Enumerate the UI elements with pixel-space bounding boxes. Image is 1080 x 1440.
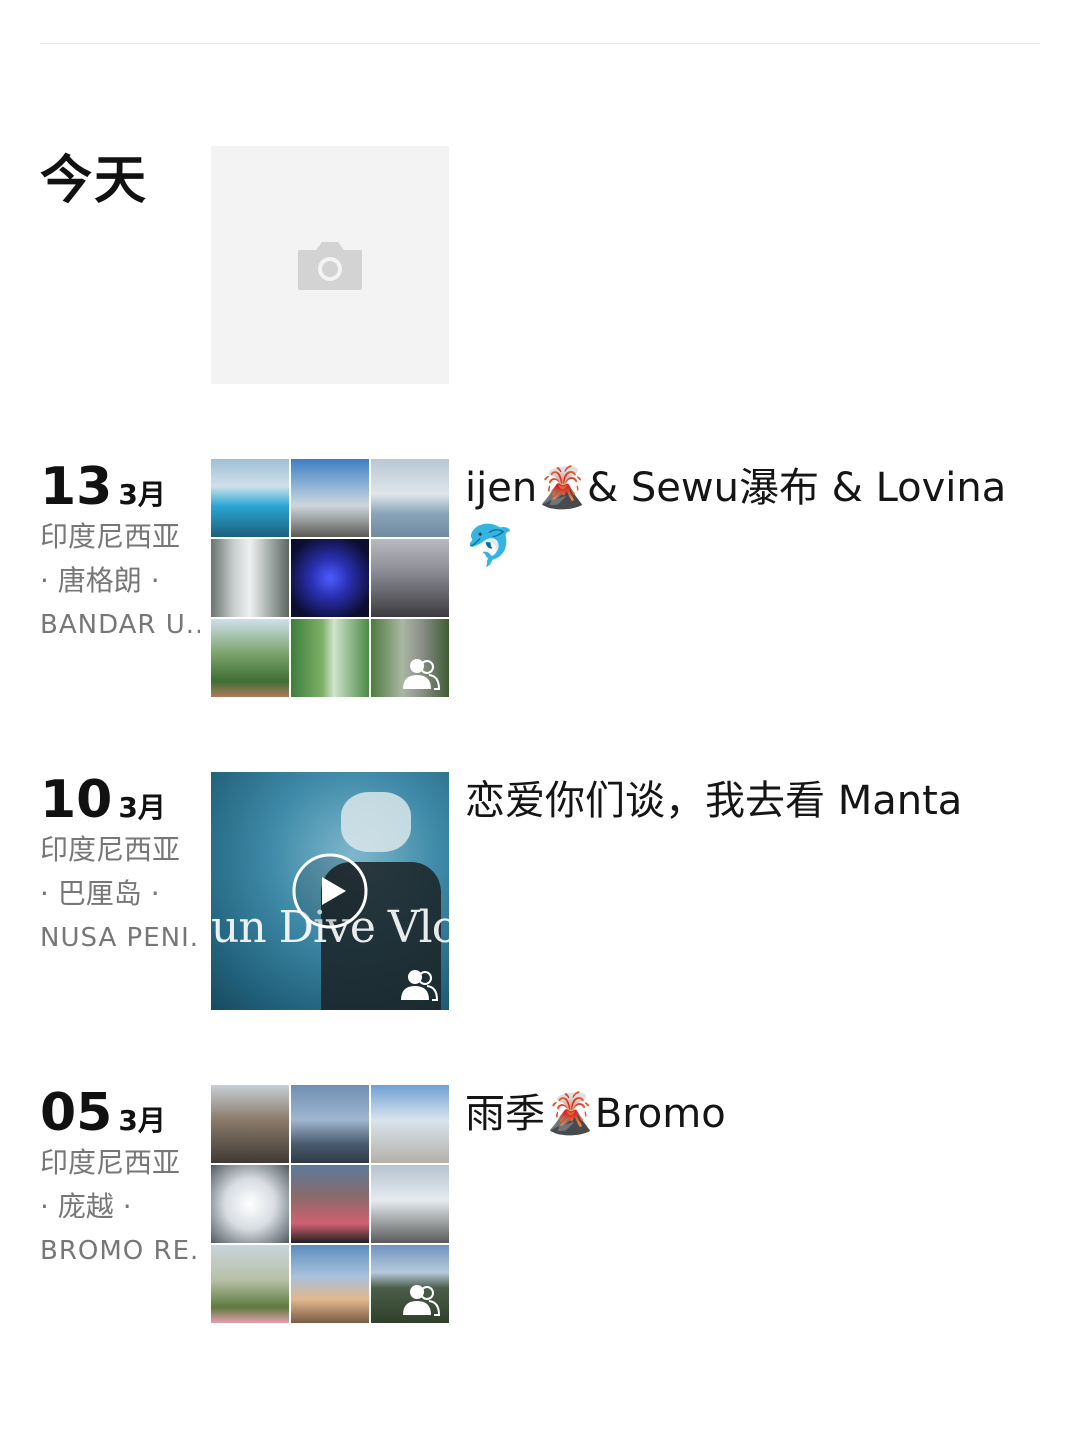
photo-thumb bbox=[291, 1245, 369, 1323]
photo-thumb bbox=[291, 1085, 369, 1163]
date-column: 053月 印度尼西亚 · 庞越 · BROMO RE... bbox=[40, 1085, 200, 1273]
diver-mask bbox=[341, 792, 411, 852]
location-city: · 庞越 · bbox=[40, 1190, 132, 1223]
date-line: 13 3月 bbox=[40, 459, 200, 515]
photo-thumb bbox=[291, 539, 369, 617]
date-column: 今天 bbox=[40, 146, 200, 216]
photo-thumb bbox=[291, 619, 369, 697]
photo-thumb bbox=[371, 539, 449, 617]
location-city: · 唐格朗 · bbox=[40, 564, 160, 597]
location-place: BROMO RE... bbox=[40, 1236, 200, 1266]
photo-thumb bbox=[211, 1165, 289, 1243]
location-country: 印度尼西亚 bbox=[40, 1146, 181, 1179]
photo-thumb bbox=[371, 1085, 449, 1163]
date-line: 10 3月 bbox=[40, 772, 200, 828]
video-thumb[interactable]: un Dive Vlo bbox=[211, 772, 449, 1010]
location-city: · 巴厘岛 · bbox=[40, 877, 160, 910]
photo-thumb bbox=[371, 1165, 449, 1243]
date-column: 13 3月 印度尼西亚 · 唐格朗 · BANDAR U... bbox=[40, 459, 200, 647]
month-label: 3月 bbox=[118, 1104, 166, 1137]
moment-caption: 恋爱你们谈，我去看 Manta bbox=[465, 778, 963, 824]
add-photo-button[interactable] bbox=[211, 146, 449, 384]
photo-thumb bbox=[211, 539, 289, 617]
photo-thumb bbox=[291, 459, 369, 537]
photo-thumb bbox=[291, 1165, 369, 1243]
people-icon bbox=[403, 659, 441, 690]
location-place: BANDAR U... bbox=[40, 610, 200, 640]
people-icon bbox=[401, 970, 439, 1001]
photo-thumb bbox=[371, 619, 449, 697]
camera-icon bbox=[298, 242, 362, 290]
day-number: 13 bbox=[40, 457, 113, 517]
today-label: 今天 bbox=[40, 151, 149, 211]
photo-thumb bbox=[211, 459, 289, 537]
photo-thumb bbox=[211, 1085, 289, 1163]
photo-thumb bbox=[371, 1245, 449, 1323]
location-country: 印度尼西亚 bbox=[40, 520, 181, 553]
date-line: 05 3月 bbox=[40, 1085, 200, 1141]
photo-grid[interactable] bbox=[211, 459, 449, 697]
moment-caption: 雨季🌋Bromo bbox=[465, 1091, 726, 1137]
month-label: 3月 bbox=[118, 791, 166, 824]
play-icon[interactable] bbox=[291, 852, 369, 930]
people-icon bbox=[403, 1285, 441, 1316]
photo-grid[interactable] bbox=[211, 1085, 449, 1323]
date-column: 10 3月 印度尼西亚 · 巴厘岛 · NUSA PENI... bbox=[40, 772, 200, 960]
month-label: 3月 bbox=[118, 478, 166, 511]
day-number: 10 bbox=[40, 770, 113, 830]
location-place: NUSA PENI... bbox=[40, 923, 200, 953]
location-country: 印度尼西亚 bbox=[40, 833, 181, 866]
photo-thumb bbox=[211, 1245, 289, 1323]
photo-thumb bbox=[371, 459, 449, 537]
moment-caption: ijen🌋& Sewu瀑布 & Lovina 🐬 bbox=[465, 465, 1007, 569]
photo-thumb bbox=[211, 619, 289, 697]
top-divider bbox=[40, 43, 1040, 44]
day-number: 05 bbox=[40, 1083, 113, 1143]
